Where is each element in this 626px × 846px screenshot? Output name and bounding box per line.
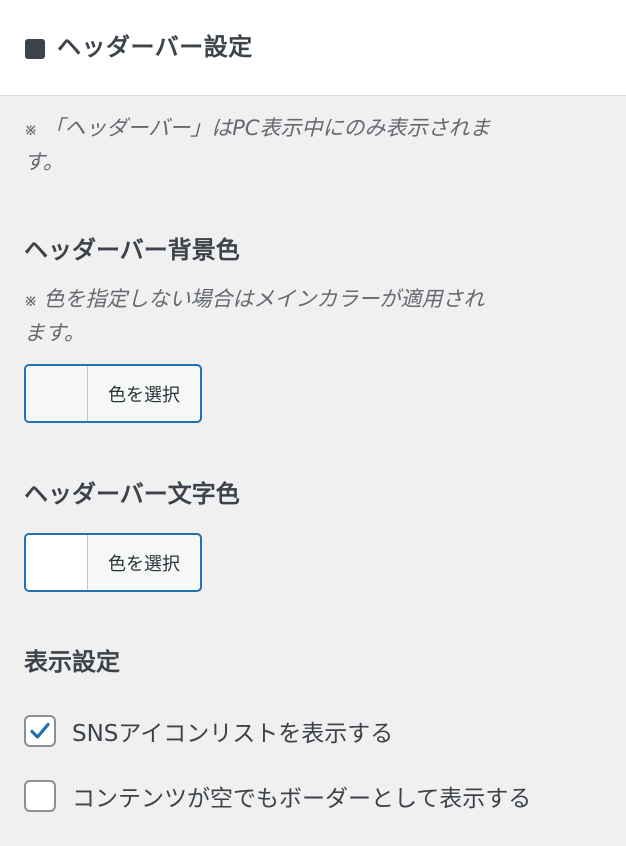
select-color-label: 色を選択 [108, 553, 180, 575]
section-square-icon [25, 39, 45, 59]
show-border-when-empty-label: コンテンツが空でもボーダーとして表示する [72, 786, 532, 812]
note-mark: ※ [24, 291, 38, 310]
panel-header: ヘッダーバー設定 [0, 0, 626, 96]
show-border-when-empty-option[interactable]: コンテンツが空でもボーダーとして表示する [24, 779, 531, 813]
pc-only-note: ※ 「ヘッダーバー」はPC表示中にのみ表示されま す。 [24, 112, 604, 178]
background-color-title: ヘッダーバー背景色 [24, 236, 240, 264]
select-color-label: 色を選択 [108, 384, 180, 406]
show-sns-icons-checkbox[interactable] [24, 715, 56, 747]
background-color-note: ※ 色を指定しない場合はメインカラーが適用され ます。 [24, 283, 604, 349]
display-settings-title: 表示設定 [24, 648, 120, 676]
show-sns-icons-option[interactable]: SNSアイコンリストを表示する [24, 714, 393, 748]
background-color-swatch [26, 366, 88, 421]
text-color-title: ヘッダーバー文字色 [24, 480, 240, 508]
note-mark: ※ [24, 120, 38, 139]
background-color-select-button[interactable]: 色を選択 [24, 364, 202, 423]
checkmark-icon [30, 722, 50, 739]
show-border-when-empty-checkbox[interactable] [24, 780, 56, 812]
text-color-swatch [26, 535, 88, 590]
panel-title: ヘッダーバー設定 [57, 33, 253, 61]
note-line-2: ます。 [24, 321, 85, 345]
note-line-2: す。 [24, 150, 64, 174]
note-line-1: 色を指定しない場合はメインカラーが適用され [43, 287, 485, 311]
note-line-1: 「ヘッダーバー」はPC表示中にのみ表示されま [43, 116, 491, 140]
show-sns-icons-label: SNSアイコンリストを表示する [72, 721, 394, 747]
text-color-select-button[interactable]: 色を選択 [24, 533, 202, 592]
